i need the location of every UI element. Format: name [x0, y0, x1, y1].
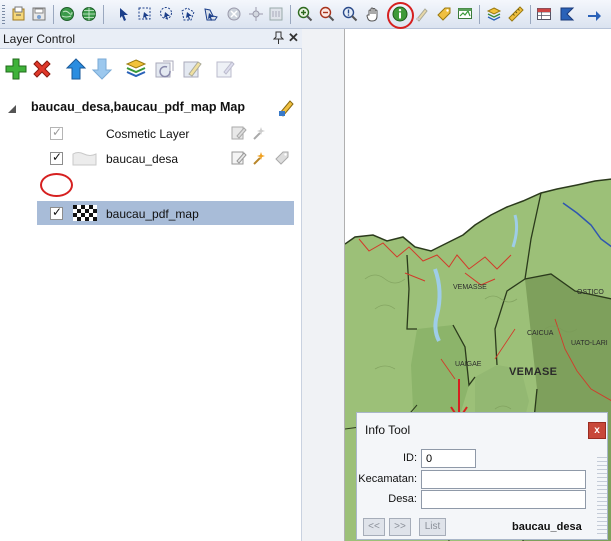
panel-title: Layer Control — [3, 32, 76, 46]
layer-style-icon[interactable] — [251, 125, 267, 141]
map-name: baucau_desa,baucau_pdf_map Map — [31, 100, 245, 114]
map-tree-root[interactable]: baucau_desa,baucau_pdf_map Map — [8, 97, 300, 121]
raster-layer-icon — [73, 205, 97, 221]
next-button[interactable]: >> — [389, 518, 411, 536]
open-project-icon[interactable] — [11, 6, 27, 22]
main-toolbar — [0, 0, 611, 29]
map-label-uaigae: UAIGAE — [455, 361, 482, 368]
close-icon[interactable]: x — [588, 422, 606, 439]
layer-row-baucau-pdf-map[interactable]: ✓ baucau_pdf_map — [37, 201, 294, 225]
polygon-layer-icon — [72, 152, 97, 166]
layer-row-cosmetic[interactable]: ✓ Cosmetic Layer — [37, 121, 294, 145]
toolbar-grip[interactable] — [2, 5, 5, 24]
table-icon[interactable] — [536, 6, 552, 22]
checkmark-icon: ✓ — [52, 150, 63, 164]
kecamatan-field[interactable] — [421, 470, 586, 489]
ruler-icon[interactable] — [508, 6, 524, 22]
map-label-vemase: VEMASE — [509, 366, 558, 378]
move-up-icon[interactable] — [64, 57, 88, 81]
toolbar-separator — [53, 5, 54, 24]
annotation-circle-info-tool — [387, 2, 414, 29]
layer-properties-icon[interactable] — [124, 57, 148, 81]
reshape-icon[interactable] — [226, 6, 242, 22]
pin-icon[interactable] — [272, 31, 285, 47]
grid-globe-icon[interactable] — [81, 6, 97, 22]
map-label-ostico: OSTICO — [577, 289, 604, 296]
close-panel-icon[interactable]: ✕ — [288, 30, 299, 46]
remove-layer-icon[interactable] — [30, 57, 54, 81]
reload-icon[interactable] — [153, 57, 177, 81]
move-node-icon[interactable] — [248, 6, 264, 22]
globe-icon[interactable] — [59, 6, 75, 22]
info-tool-title: Info Tool — [365, 423, 411, 437]
toolbar-separator — [479, 5, 480, 24]
tag-icon[interactable] — [436, 6, 452, 22]
pan-hand-icon[interactable] — [365, 6, 381, 22]
layer-visibility-checkbox[interactable]: ✓ — [50, 205, 63, 220]
layer-name: baucau_pdf_map — [106, 207, 199, 221]
zoom-out-icon[interactable] — [319, 6, 335, 22]
desa-label: Desa: — [388, 493, 417, 505]
add-layer-icon[interactable] — [4, 57, 28, 81]
toolbar-separator — [530, 5, 531, 24]
lasso-select-icon[interactable] — [158, 6, 174, 22]
style-icon[interactable] — [181, 57, 205, 81]
annotation-circle-checkbox — [40, 173, 73, 197]
layer-name: Cosmetic Layer — [106, 127, 190, 141]
polygon-select-icon[interactable] — [180, 6, 196, 22]
desa-field[interactable] — [421, 490, 586, 509]
layer-row-baucau-desa[interactable]: ✓ baucau_desa — [37, 146, 294, 170]
layer-name: baucau_desa — [106, 152, 179, 166]
zoom-extent-icon[interactable] — [342, 6, 358, 22]
info-layer-name: baucau_desa — [512, 521, 582, 533]
select-arrow-icon[interactable] — [116, 6, 132, 22]
layer-visibility-checkbox[interactable]: ✓ — [50, 125, 63, 140]
panel-title-bar: Layer Control ✕ — [0, 29, 302, 49]
map-label-caicua: CAICUA — [527, 330, 554, 337]
map-properties-icon[interactable] — [277, 97, 297, 117]
checkmark-icon: ✓ — [52, 205, 63, 219]
edit-icon[interactable] — [214, 57, 238, 81]
scroll-grip[interactable] — [597, 457, 607, 537]
save-icon[interactable] — [31, 6, 47, 22]
label-icon[interactable] — [414, 6, 430, 22]
zoom-layer-icon[interactable] — [203, 6, 219, 22]
layer-label-tag-icon[interactable] — [274, 150, 290, 166]
marquee-select-icon[interactable] — [137, 6, 153, 22]
toolbar-separator — [103, 5, 104, 24]
layer-control-panel: Layer Control ✕ baucau_desa,baucau_pdf_m… — [0, 29, 302, 541]
map-label-vemasse: VEMASSE — [453, 284, 487, 291]
arrow-icon[interactable] — [586, 6, 602, 22]
hotlink-icon[interactable] — [457, 6, 473, 22]
layer-edit-icon[interactable] — [231, 125, 247, 141]
previous-button[interactable]: << — [363, 518, 385, 536]
layer-visibility-checkbox[interactable]: ✓ — [50, 150, 63, 165]
list-button[interactable]: List — [419, 518, 446, 536]
map-label-uato-lari: UATO-LARI — [571, 340, 608, 347]
toolbar-separator — [290, 5, 291, 24]
layer-edit-icon[interactable] — [231, 150, 247, 166]
layer-style-icon[interactable] — [251, 150, 267, 166]
checkmark-icon: ✓ — [52, 125, 63, 139]
zoom-in-icon[interactable] — [297, 6, 313, 22]
layers-icon[interactable] — [486, 6, 502, 22]
info-frame-icon[interactable] — [268, 6, 284, 22]
collapse-arrow-icon[interactable] — [8, 105, 16, 113]
kecamatan-label: Kecamatan: — [358, 473, 417, 485]
statistics-icon[interactable] — [559, 6, 575, 22]
move-down-icon[interactable] — [90, 57, 114, 81]
id-field[interactable] — [421, 449, 476, 468]
id-label: ID: — [402, 452, 417, 464]
info-tool-dialog: Info Tool x ID: Kecamatan: Desa: << >> L… — [356, 412, 608, 540]
